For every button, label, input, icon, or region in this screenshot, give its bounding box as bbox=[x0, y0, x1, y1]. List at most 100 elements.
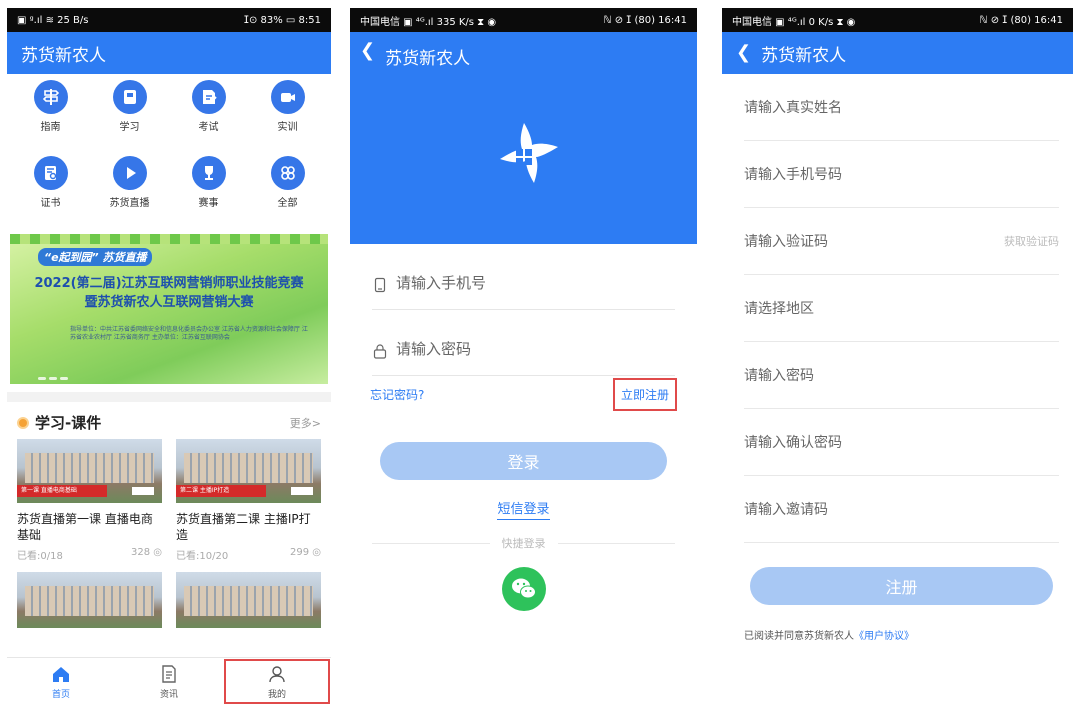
quick-login-divider: 快捷登录 bbox=[372, 535, 675, 551]
course-progress: 已看:0/18 bbox=[17, 551, 63, 562]
signpost-icon bbox=[33, 80, 68, 114]
user-agreement-link[interactable]: 《用户协议》 bbox=[854, 631, 914, 642]
password-input[interactable]: 请输入密码 bbox=[396, 338, 471, 359]
document-icon bbox=[162, 665, 176, 683]
certificate-icon bbox=[33, 156, 68, 190]
home-icon bbox=[53, 667, 69, 682]
course-card[interactable] bbox=[17, 572, 162, 628]
status-right: ⵊ⊙ 83% ▭ 8:51 bbox=[243, 14, 321, 26]
view-count: 328 bbox=[130, 547, 151, 558]
book-icon bbox=[112, 80, 147, 114]
app-logo-header bbox=[350, 70, 697, 244]
course-list-next-row bbox=[7, 572, 331, 628]
sms-login-link[interactable]: 短信登录 bbox=[350, 498, 697, 520]
section-title: 学习-课件 bbox=[35, 414, 102, 432]
app-logo-icon bbox=[499, 123, 558, 183]
phone-field[interactable]: 请输入手机号码 bbox=[744, 141, 1059, 208]
password-input[interactable]: 请输入密码 bbox=[744, 365, 814, 385]
app-bar: 苏货新农人 bbox=[7, 32, 331, 74]
bottom-tab-bar: 首页 资讯 我的 bbox=[7, 657, 331, 705]
lock-icon bbox=[373, 344, 387, 359]
password-field[interactable]: 请输入密码 bbox=[744, 342, 1059, 409]
video-camera-icon bbox=[270, 80, 305, 114]
tab-news[interactable]: 资讯 bbox=[115, 658, 223, 705]
tab-mine[interactable]: 我的 bbox=[223, 658, 331, 705]
person-icon bbox=[269, 666, 285, 683]
grid-item-label: 苏货直播 bbox=[109, 198, 150, 209]
grid-item-all[interactable]: 全部 bbox=[248, 156, 327, 228]
eye-icon: ◎ bbox=[153, 547, 162, 558]
wechat-icon bbox=[511, 578, 536, 599]
course-progress: 已看:10/20 bbox=[176, 551, 229, 562]
verification-code-input[interactable]: 请输入验证码 bbox=[744, 231, 828, 251]
page-title: 苏货新农人 bbox=[761, 45, 847, 66]
grid-item-live[interactable]: 苏货直播 bbox=[90, 156, 169, 228]
section-divider bbox=[7, 392, 331, 402]
back-arrow-icon[interactable]: ❮ bbox=[736, 44, 751, 62]
course-title: 苏货直播第二课 主播IP打造 bbox=[176, 512, 311, 542]
section-header: 学习-课件 更多> bbox=[7, 402, 331, 439]
real-name-field[interactable]: 请输入真实姓名 bbox=[744, 74, 1059, 141]
grid-item-events[interactable]: 赛事 bbox=[169, 156, 248, 228]
login-button[interactable]: 登录 bbox=[380, 442, 667, 480]
invite-code-input[interactable]: 请输入邀请码 bbox=[744, 499, 828, 519]
eye-icon: ◎ bbox=[312, 547, 321, 558]
agreement-text: 已阅读并同意苏货新农人《用户协议》 bbox=[744, 631, 914, 642]
grid-item-guide[interactable]: 指南 bbox=[11, 80, 90, 152]
get-code-button[interactable]: 获取验证码 bbox=[1004, 233, 1059, 249]
course-card[interactable] bbox=[176, 572, 321, 628]
grid-item-label: 赛事 bbox=[198, 198, 219, 209]
phone-input[interactable]: 请输入手机号码 bbox=[744, 164, 842, 184]
region-field[interactable]: 请选择地区 bbox=[744, 275, 1059, 342]
more-link[interactable]: 更多> bbox=[290, 415, 321, 431]
password-field[interactable]: 请输入密码 bbox=[372, 310, 675, 376]
register-button[interactable]: 注册 bbox=[750, 567, 1053, 605]
status-left: ▣ ᵍ.ıl ≋ 25 B/s bbox=[17, 14, 89, 26]
register-screen: 中国电信 ▣ ⁴ᴳ.ıl 0 K/s ⧗ ◉ ℕ ⊘ ⵊ (80) 16:41 … bbox=[722, 8, 1073, 705]
phone-input[interactable]: 请输入手机号 bbox=[396, 272, 486, 293]
grid-item-study[interactable]: 学习 bbox=[90, 80, 169, 152]
course-card[interactable]: 第一课 直播电商基础 苏货直播第一课 直播电商基础 已看:0/18 328 ◎ bbox=[17, 439, 162, 562]
confirm-password-input[interactable]: 请输入确认密码 bbox=[744, 432, 842, 452]
grid-item-label: 实训 bbox=[277, 122, 298, 133]
grid-item-exam[interactable]: 考试 bbox=[169, 80, 248, 152]
page-title: 苏货新农人 bbox=[385, 49, 471, 69]
status-right: ℕ ⊘ ⵊ (80) 16:41 bbox=[603, 14, 687, 26]
confirm-password-field[interactable]: 请输入确认密码 bbox=[744, 409, 1059, 476]
real-name-input[interactable]: 请输入真实姓名 bbox=[744, 97, 842, 117]
course-thumbnail bbox=[17, 572, 162, 628]
grid-item-label: 证书 bbox=[40, 198, 61, 209]
banner-small-print: 指导单位：中共江苏省委网络安全和信息化委员会办公室 江苏省人力资源和社会保障厅 … bbox=[70, 326, 308, 341]
quick-login-label: 快捷登录 bbox=[501, 537, 546, 550]
back-arrow-icon[interactable]: ❮ bbox=[360, 42, 375, 60]
wechat-login-button[interactable] bbox=[501, 567, 546, 611]
status-bar: 中国电信 ▣ ⁴ᴳ.ıl 0 K/s ⧗ ◉ ℕ ⊘ ⵊ (80) 16:41 bbox=[722, 8, 1073, 32]
view-count: 299 bbox=[289, 547, 310, 558]
banner-logo: “e起到园” 苏货直播 bbox=[38, 248, 153, 266]
promo-banner[interactable]: “e起到园” 苏货直播 2022(第二届)江苏互联网营销师职业技能竞赛 暨苏货新… bbox=[10, 234, 328, 384]
trophy-icon bbox=[191, 156, 226, 190]
banner-pennants bbox=[10, 234, 328, 244]
status-right: ℕ ⊘ ⵊ (80) 16:41 bbox=[979, 14, 1063, 26]
grid-item-label: 指南 bbox=[40, 122, 61, 133]
tab-home[interactable]: 首页 bbox=[7, 658, 115, 705]
status-left: 中国电信 ▣ ⁴ᴳ.ıl 335 K/s ⧗ ◉ bbox=[360, 16, 497, 28]
course-card[interactable]: 第二课 主播IP打造 苏货直播第二课 主播IP打造 已看:10/20 299 ◎ bbox=[176, 439, 321, 562]
course-title: 苏货直播第一课 直播电商基础 bbox=[17, 512, 153, 542]
grid-item-training[interactable]: 实训 bbox=[248, 80, 327, 152]
course-thumbnail bbox=[176, 572, 321, 628]
exam-icon bbox=[191, 80, 226, 114]
login-screen: 中国电信 ▣ ⁴ᴳ.ıl 335 K/s ⧗ ◉ ℕ ⊘ ⵊ (80) 16:4… bbox=[350, 8, 697, 705]
grid-item-label: 学习 bbox=[119, 122, 140, 133]
invite-code-field[interactable]: 请输入邀请码 bbox=[744, 476, 1059, 543]
phone-field[interactable]: 请输入手机号 bbox=[372, 244, 675, 310]
status-bar: ▣ ᵍ.ıl ≋ 25 B/s ⵊ⊙ 83% ▭ 8:51 bbox=[7, 8, 331, 32]
grid-item-certificate[interactable]: 证书 bbox=[11, 156, 90, 228]
region-select[interactable]: 请选择地区 bbox=[744, 298, 814, 318]
register-link[interactable]: 立即注册 bbox=[612, 377, 677, 411]
course-thumbnail: 第一课 直播电商基础 bbox=[17, 439, 162, 503]
status-left: 中国电信 ▣ ⁴ᴳ.ıl 0 K/s ⧗ ◉ bbox=[732, 16, 856, 28]
verification-code-field[interactable]: 请输入验证码 获取验证码 bbox=[744, 208, 1059, 275]
app-bar: ❮ 苏货新农人 bbox=[722, 32, 1073, 74]
forgot-password-link[interactable]: 忘记密码? bbox=[370, 386, 424, 403]
